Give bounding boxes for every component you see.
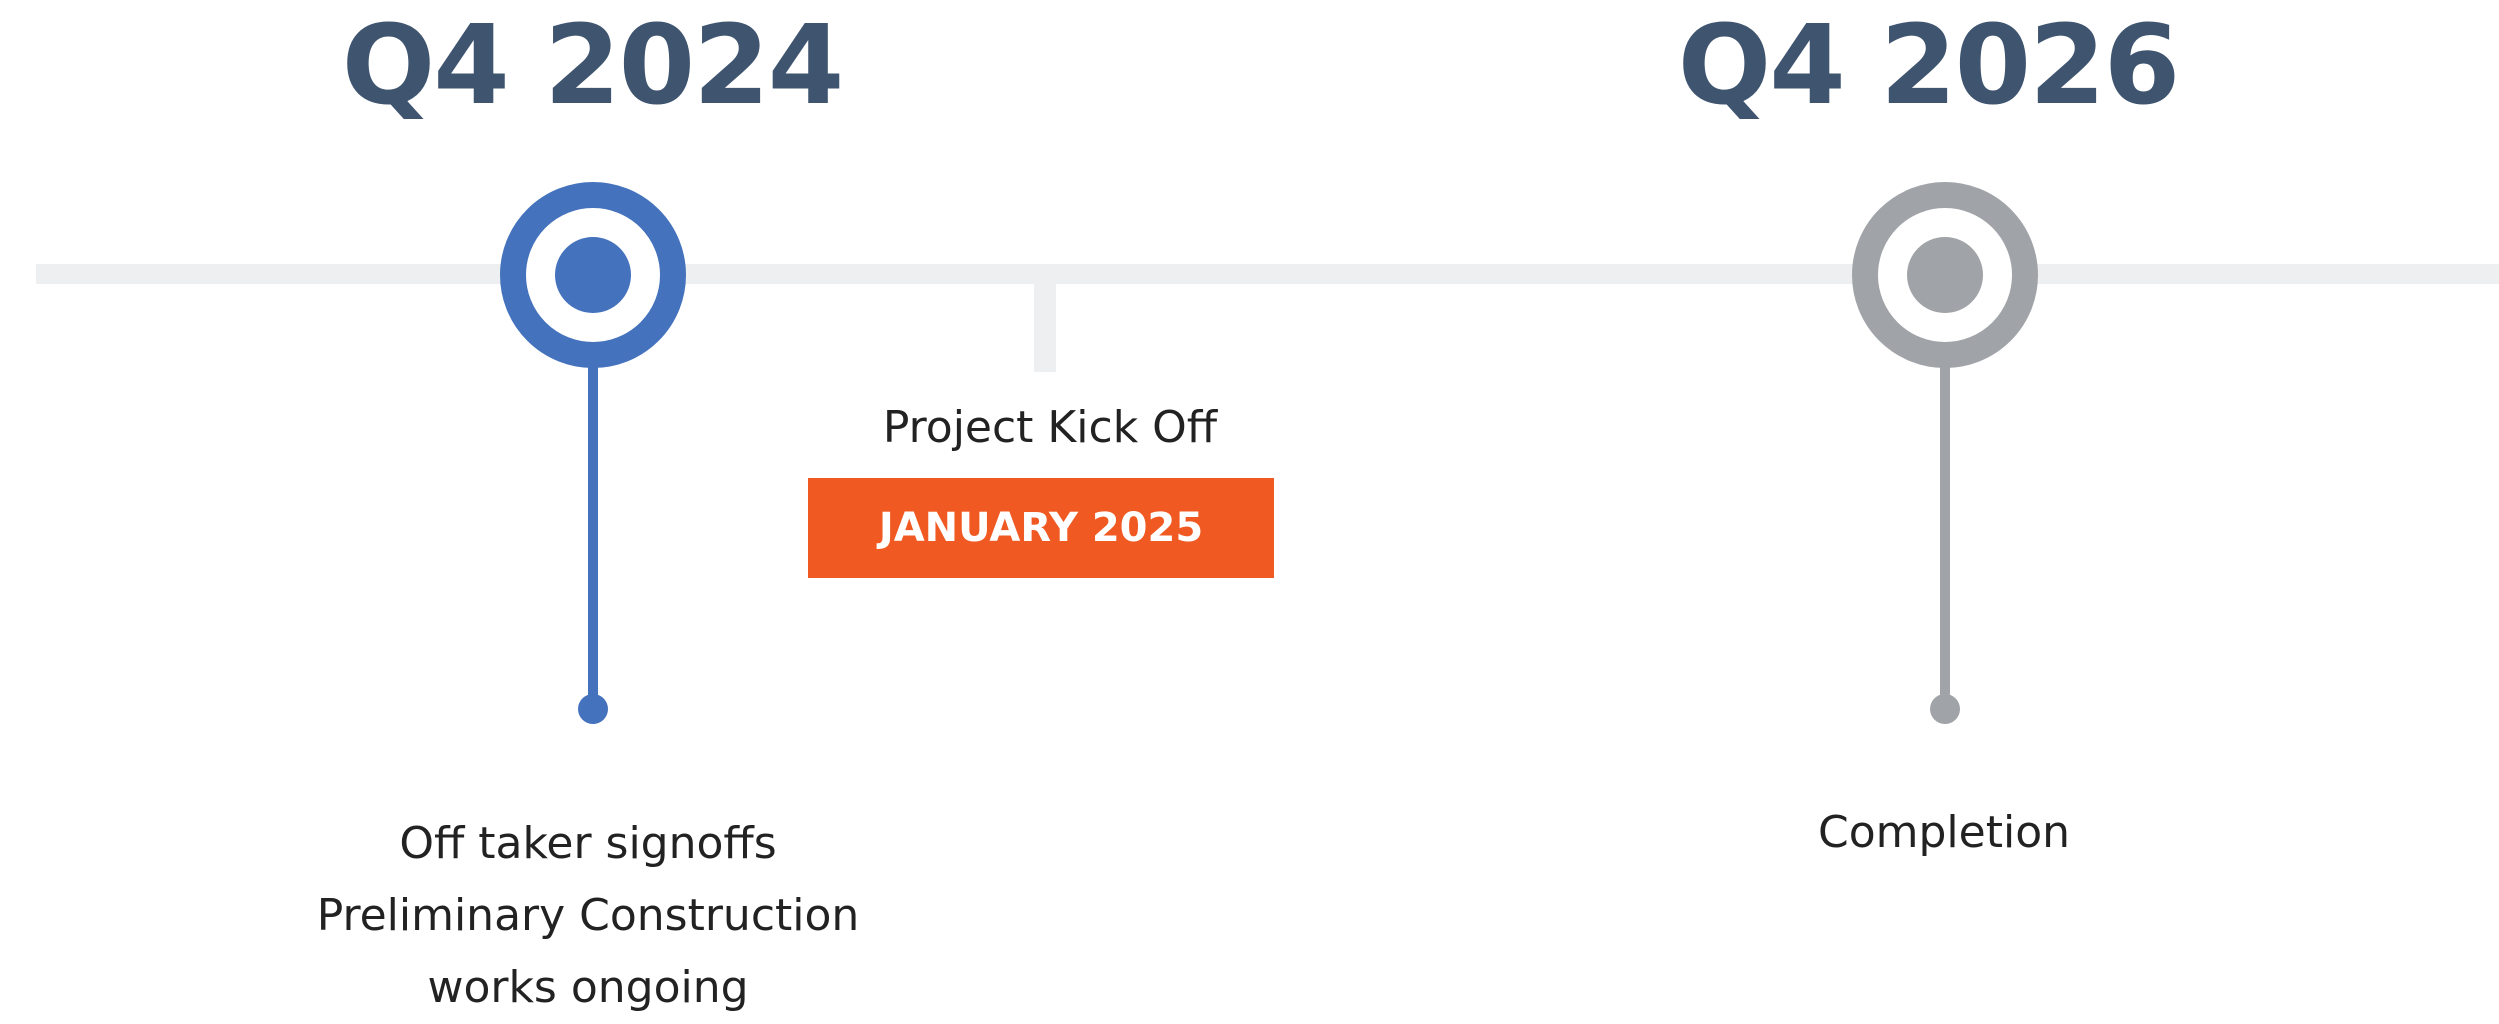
milestone-stem-end-pending xyxy=(1930,694,1960,724)
description-line: works ongoing xyxy=(427,962,749,1013)
milestone-description-q4-2024: Off taker signoffs Preliminary Construct… xyxy=(248,808,928,1024)
milestone-description-q4-2026: Completion xyxy=(1744,800,2144,866)
event-label: Project Kick Off xyxy=(882,402,1218,453)
milestone-marker-pending-icon xyxy=(1852,182,2038,368)
milestone-stem-end-active xyxy=(578,694,608,724)
kickoff-tick xyxy=(1034,264,1056,372)
timeline-axis xyxy=(36,264,2499,284)
description-line: Off taker signoffs xyxy=(399,818,777,869)
timeline-diagram: Q4 2024 Q4 2026 Project Kick Off JANUARY… xyxy=(0,0,2499,1014)
event-date-badge: JANUARY 2025 xyxy=(808,478,1274,578)
milestone-marker-active-icon xyxy=(500,182,686,368)
milestone-period-q4-2026: Q4 2026 xyxy=(1677,1,2181,129)
milestone-stem-pending xyxy=(1940,366,1950,710)
description-line: Completion xyxy=(1817,807,2070,858)
description-line: Preliminary Construction xyxy=(316,890,860,941)
milestone-period-q4-2024: Q4 2024 xyxy=(341,1,845,129)
milestone-stem-active xyxy=(588,366,598,710)
